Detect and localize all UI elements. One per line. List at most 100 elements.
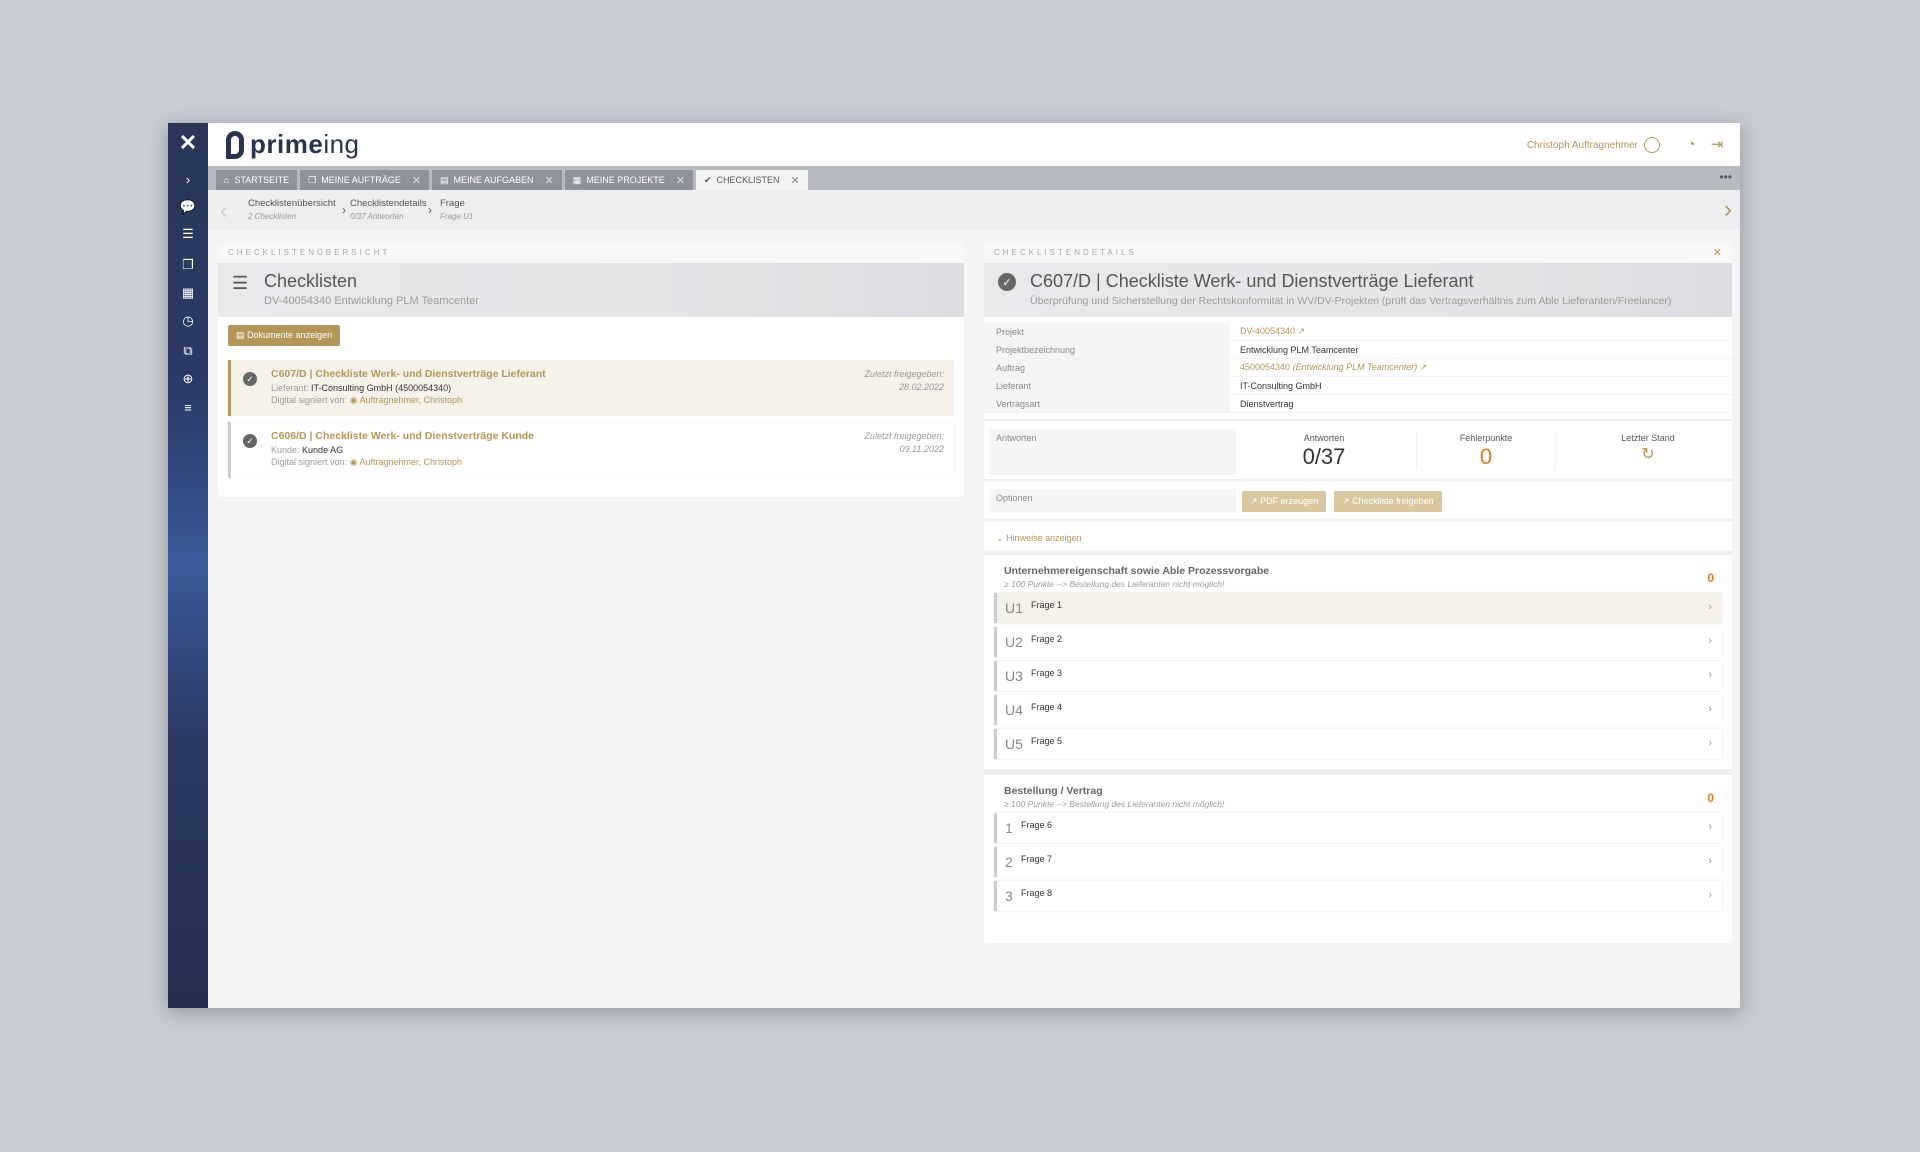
section-score: 0: [1707, 791, 1714, 805]
user-name: Christoph Auftragnehmer: [1526, 139, 1638, 151]
breadcrumb-item-details[interactable]: Checklistendetails 0/37 Antworten: [350, 198, 427, 221]
tab-checklisten[interactable]: ✔ CHECKLISTEN ✕: [695, 170, 808, 190]
question-row[interactable]: 1 Frage 6 ›: [994, 813, 1722, 843]
external-link-icon[interactable]: ↗: [1420, 362, 1428, 372]
panel-tag: CHECKLISTENDETAILS ✕: [984, 243, 1732, 263]
pdf-button[interactable]: ↗ PDF erzeugen: [1242, 491, 1327, 512]
app-logo-icon[interactable]: ✕: [168, 123, 208, 163]
kv-vertragsart: Vertragsart Dienstvertrag: [984, 395, 1732, 413]
chevron-right-icon: ›: [1708, 601, 1712, 613]
kv-lieferant: Lieferant IT-Consulting GmbH: [984, 377, 1732, 395]
panel-header: ✓ C607/D | Checkliste Werk- und Dienstve…: [984, 263, 1732, 317]
question-section: Bestellung / Vertrag ≥ 100 Punkte --> Be…: [984, 775, 1732, 913]
chevron-right-icon: ›: [342, 203, 346, 217]
chevron-right-icon: ›: [1708, 635, 1712, 647]
details-subtitle: Überprüfung und Sicherstellung der Recht…: [1030, 295, 1672, 307]
question-row[interactable]: U3 Frage 3 ›: [994, 661, 1722, 691]
tree-icon[interactable]: ≡: [168, 395, 208, 419]
external-link-icon: ↗: [1250, 496, 1258, 506]
clock-icon[interactable]: ◷: [168, 309, 208, 333]
brand-mark-icon: [226, 130, 244, 159]
options-row: Optionen ↗ PDF erzeugen ↗ Checkliste fre…: [984, 481, 1732, 521]
close-icon[interactable]: ✕: [676, 174, 685, 187]
chevron-right-icon: ›: [1708, 737, 1712, 749]
tab-bar: ⌂ STARTSEITE ❐ MEINE AUFTRÄGE ✕ ▤ MEINE AUFG…: [208, 166, 1740, 190]
user-icon: ◉: [349, 395, 358, 405]
user-icon: ◉: [349, 457, 358, 467]
breadcrumb-item-question[interactable]: Frage Frage U1: [440, 198, 473, 221]
page-subtitle: DV-40054340 Entwicklung PLM Teamcenter: [264, 295, 480, 307]
grid-icon: ▦: [572, 174, 582, 185]
documents-icon[interactable]: ⧉: [168, 339, 208, 363]
history-icon[interactable]: ◔: [1682, 135, 1700, 153]
stat-last-state: Letzter Stand ↻: [1578, 433, 1718, 464]
list-icon[interactable]: ☰: [168, 222, 208, 246]
brand-logo: prime ing: [226, 129, 360, 160]
chevron-right-icon: ›: [1708, 855, 1712, 867]
stat-errors: Fehlerpunkte 0: [1416, 433, 1556, 470]
kv-projektbezeichnung: Projektbezeichnung Entwicklung PLM Teamce…: [984, 341, 1732, 359]
globe-icon[interactable]: ⊕: [168, 367, 208, 391]
release-checklist-button[interactable]: ↗ Checkliste freigeben: [1334, 491, 1442, 512]
close-icon[interactable]: ✕: [1713, 246, 1722, 259]
kv-auftrag: Auftrag 4500054340 (Entwicklung PLM Teamc…: [984, 359, 1732, 377]
close-icon[interactable]: ✕: [412, 174, 421, 187]
copy-icon: ❐: [308, 174, 317, 185]
check-circle-icon: ✓: [243, 434, 257, 448]
grid-icon[interactable]: ▦: [168, 281, 208, 305]
question-row[interactable]: U2 Frage 2 ›: [994, 627, 1722, 657]
more-icon[interactable]: •••: [1719, 170, 1732, 184]
tab-meine-projekte[interactable]: ▦ MEINE PROJEKTE ✕: [564, 170, 693, 190]
documents-button[interactable]: ▤ Dokumente anzeigen: [228, 325, 341, 346]
refresh-icon[interactable]: ↻: [1578, 444, 1718, 464]
back-chevron-icon[interactable]: ‹: [220, 198, 227, 224]
answers-stats: Antworten Antworten 0/37 Fehlerpunkte 0 Le…: [984, 419, 1732, 481]
close-icon[interactable]: ✕: [791, 174, 800, 187]
chevron-right-icon: ›: [1708, 821, 1712, 833]
question-row[interactable]: 3 Frage 8 ›: [994, 881, 1722, 911]
chevron-right-icon: ›: [1708, 889, 1712, 901]
home-icon: ⌂: [224, 175, 230, 185]
top-bar: prime ing Christoph Auftragnehmer ◔ ⇥: [208, 123, 1740, 166]
list-icon: ☰: [232, 273, 249, 293]
expand-chevron-icon[interactable]: ›: [168, 167, 208, 191]
close-icon[interactable]: ✕: [544, 174, 553, 187]
question-row[interactable]: U5 Frage 5 ›: [994, 729, 1722, 759]
external-link-icon[interactable]: ↗: [1298, 326, 1306, 336]
app-window: ✕ › 💬 ☰ ❐ ▦ ◷ ⧉ ⊕ ≡ prime ing Christoph A…: [168, 123, 1740, 1008]
external-link-icon: ↗: [1342, 496, 1350, 506]
list-icon: ▤: [439, 174, 449, 185]
user-menu[interactable]: Christoph Auftragnehmer: [1527, 137, 1660, 153]
panel-tag: CHECKLISTENÜBERSICHT: [218, 243, 964, 263]
kv-projekt: Projekt DV-40054340 ↗: [984, 323, 1732, 341]
question-row[interactable]: U1 Frage 1 ›: [994, 593, 1722, 623]
stat-answers: Antworten 0/37: [1302, 433, 1346, 469]
breadcrumb-item-overview[interactable]: Checklistenübersicht 2 Checklisten: [248, 198, 336, 221]
hints-toggle[interactable]: ⌄ Hinweise anzeigen: [984, 521, 1732, 555]
side-rail: ✕ › 💬 ☰ ❐ ▦ ◷ ⧉ ⊕ ≡: [168, 123, 208, 1008]
checklist-details-panel: CHECKLISTENDETAILS ✕ ✓ C607/D | Checklis…: [984, 243, 1732, 943]
tab-startseite[interactable]: ⌂ STARTSEITE: [216, 170, 298, 190]
question-row[interactable]: U4 Frage 4 ›: [994, 695, 1722, 725]
chevron-right-icon: ›: [1708, 669, 1712, 681]
chat-icon[interactable]: 💬: [168, 195, 208, 219]
checklist-card[interactable]: ✓ C607/D | Checkliste Werk- und Dienstve…: [228, 360, 954, 416]
question-section: Unternehmereigenschaft sowie Able Prozes…: [984, 555, 1732, 761]
chevron-right-icon: ›: [1708, 703, 1712, 715]
page-title: Checklisten: [264, 271, 358, 291]
copy-icon[interactable]: ❐: [168, 253, 208, 277]
section-score: 0: [1707, 571, 1714, 585]
check-circle-icon: ✓: [243, 372, 257, 386]
tab-meine-auftraege[interactable]: ❐ MEINE AUFTRÄGE ✕: [300, 170, 429, 190]
question-row[interactable]: 2 Frage 7 ›: [994, 847, 1722, 877]
breadcrumb: ‹ Checklistenübersicht 2 Checklisten › C…: [208, 190, 1740, 230]
logout-icon[interactable]: ⇥: [1708, 135, 1726, 153]
chevron-right-icon: ›: [428, 203, 432, 217]
details-title: C607/D | Checkliste Werk- und Dienstvert…: [1030, 271, 1474, 291]
check-circle-icon: ✓: [998, 273, 1016, 291]
tab-meine-aufgaben[interactable]: ▤ MEINE AUFGABEN ✕: [431, 170, 562, 190]
checklist-card[interactable]: ✓ C606/D | Checkliste Werk- und Dienstve…: [228, 422, 954, 478]
chevron-down-icon: ⌄: [996, 533, 1004, 543]
panel-header: ☰ Checklisten DV-40054340 Entwicklung PL…: [218, 263, 964, 317]
forward-chevron-icon[interactable]: ›: [1724, 196, 1732, 224]
